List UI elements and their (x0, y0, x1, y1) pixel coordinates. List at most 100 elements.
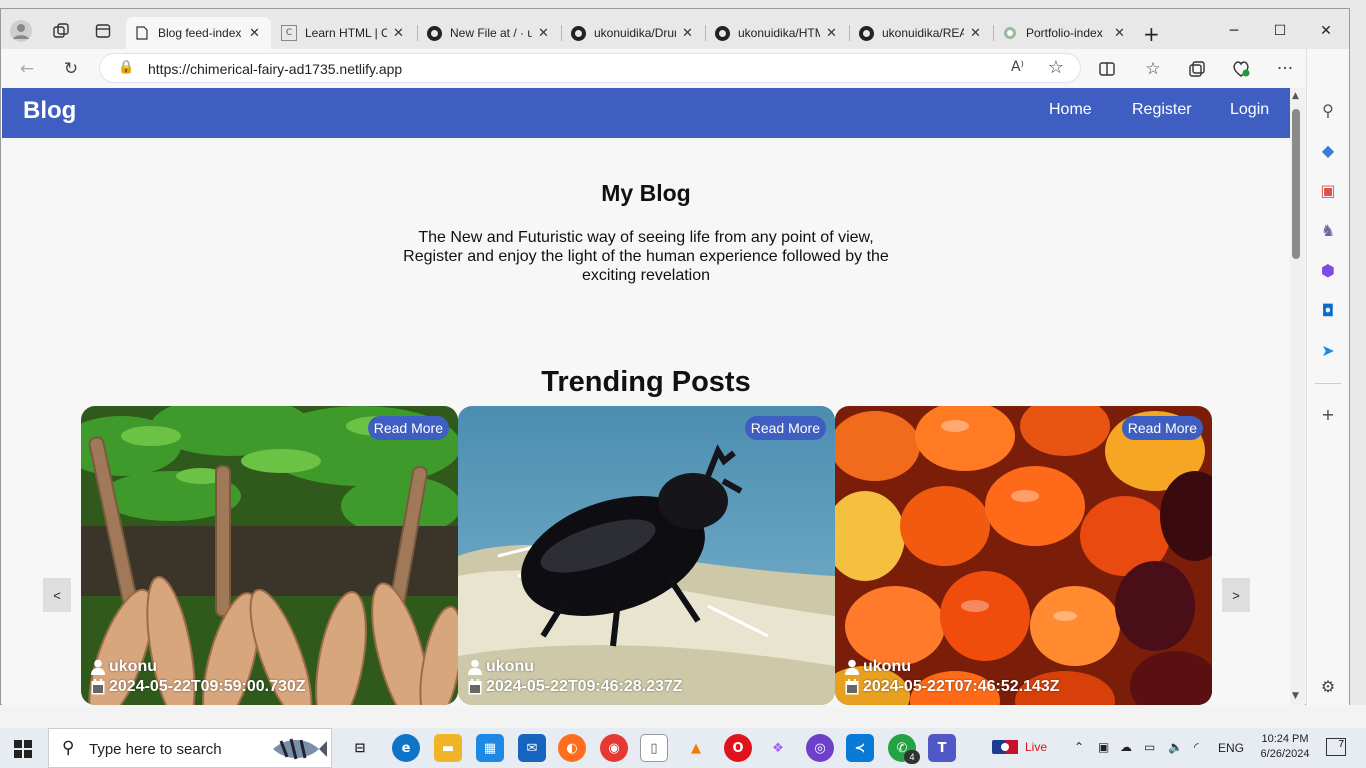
close-icon[interactable]: ✕ (249, 26, 263, 41)
edge-taskbar-icon[interactable]: e (392, 734, 420, 762)
tools-icon[interactable]: ▣ (1315, 177, 1341, 203)
post-card[interactable]: Read More ukonu 2024-05-22T09:46:28.237Z (458, 406, 835, 705)
carousel-next-button[interactable]: > (1222, 578, 1250, 612)
github-desktop-icon[interactable]: ◎ (806, 734, 834, 762)
read-more-button[interactable]: Read More (367, 416, 449, 440)
search-icon[interactable]: ⚲ (1315, 97, 1341, 123)
taskbar-clock[interactable]: 10:24 PM 6/26/2024 (1254, 732, 1316, 762)
address-bar[interactable]: 🔒 https://chimerical-fairy-ad1735.netlif… (99, 53, 1081, 83)
figma-icon[interactable]: ❖ (764, 734, 792, 762)
add-icon[interactable]: + (1315, 401, 1341, 427)
close-icon[interactable]: ✕ (826, 26, 840, 41)
chrome-icon[interactable]: ◉ (600, 734, 628, 762)
file-explorer-icon[interactable]: ▬ (434, 734, 462, 762)
cloud-icon[interactable]: ☁ (1120, 740, 1132, 754)
teams-icon[interactable]: T (928, 734, 956, 762)
url-text[interactable]: https://chimerical-fairy-ad1735.netlify.… (148, 61, 402, 77)
show-hidden-icons[interactable]: ⌃ (1074, 740, 1084, 754)
vscode-icon[interactable]: ≺ (846, 734, 874, 762)
minimize-icon[interactable]: ─ (1211, 17, 1257, 45)
firefox-icon[interactable]: ◐ (558, 734, 586, 762)
profile-avatar[interactable] (7, 17, 35, 45)
tab-actions-icon[interactable] (89, 17, 117, 45)
language-indicator[interactable]: ENG (1218, 741, 1244, 755)
browser-window: Blog feed-index ✕ C Learn HTML | Codecad… (0, 8, 1350, 705)
live-label[interactable]: Live (1025, 740, 1047, 754)
site-navbar: Blog Home Register Login (2, 88, 1290, 138)
read-more-button[interactable]: Read More (744, 416, 826, 440)
taskbar-search-box[interactable]: ⚲ Type here to search (48, 728, 332, 768)
mlb-icon[interactable] (992, 740, 1018, 757)
vlc-icon[interactable]: ▲ (682, 734, 710, 762)
lock-icon: 🔒 (118, 60, 135, 75)
close-icon[interactable]: ✕ (682, 26, 696, 41)
outlook-icon[interactable]: ◘ (1315, 297, 1341, 323)
windows-taskbar: ⚲ Type here to search ⊟ e ▬ ▦ ✉ ◐ ◉ ▯ ▲ … (0, 728, 1366, 768)
notification-count: 7 (1338, 739, 1344, 750)
notepad-icon[interactable]: ▯ (640, 734, 668, 762)
nav-home-link[interactable]: Home (1049, 101, 1092, 119)
carousel-prev-button[interactable]: < (43, 578, 71, 612)
device-icon[interactable]: ▣ (1098, 740, 1109, 754)
collections-icon[interactable] (1183, 55, 1211, 83)
tab-portfolio[interactable]: Portfolio-index ✕ (994, 17, 1136, 49)
volume-icon[interactable]: 🔈 (1168, 740, 1183, 754)
author-name: ukonu (863, 658, 911, 675)
close-icon[interactable]: ✕ (538, 26, 552, 41)
send-icon[interactable]: ➤ (1315, 337, 1341, 363)
notification-center-icon[interactable]: 7 (1326, 738, 1346, 756)
browser-toolbar: ← ↻ 🔒 https://chimerical-fairy-ad1735.ne… (1, 49, 1349, 87)
tab-blog-feed[interactable]: Blog feed-index ✕ (126, 17, 271, 49)
browser-essentials-icon[interactable] (1227, 55, 1255, 83)
refresh-icon[interactable]: ↻ (57, 55, 85, 83)
scroll-up-icon[interactable]: ▲ (1292, 91, 1299, 101)
favorite-star-icon[interactable]: ☆ (1048, 57, 1064, 78)
github-icon (426, 25, 442, 41)
workspaces-icon[interactable] (47, 17, 75, 45)
microsoft-365-icon[interactable]: ⬢ (1315, 257, 1341, 283)
page-icon (134, 25, 150, 41)
close-icon[interactable]: ✕ (393, 26, 407, 41)
user-icon (91, 659, 105, 675)
close-icon[interactable]: ✕ (1114, 26, 1128, 41)
tab-codecademy[interactable]: C Learn HTML | Codecademy ✕ (273, 17, 415, 49)
nav-register-link[interactable]: Register (1132, 101, 1192, 119)
more-options-icon[interactable]: ··· (1271, 55, 1299, 83)
task-view-icon[interactable]: ⊟ (346, 734, 374, 762)
post-date-text: 2024-05-22T09:46:28.237Z (486, 678, 683, 695)
maximize-icon[interactable]: ☐ (1257, 17, 1303, 45)
nav-login-link[interactable]: Login (1230, 101, 1269, 119)
read-more-button[interactable]: Read More (1121, 416, 1203, 440)
microsoft-store-icon[interactable]: ▦ (476, 734, 504, 762)
new-tab-icon[interactable]: + (1143, 22, 1160, 46)
github-icon (714, 25, 730, 41)
github-icon (858, 25, 874, 41)
calendar-icon (91, 679, 105, 695)
post-card[interactable]: Read More ukonu 2024-05-22T07:46:52.143Z (835, 406, 1212, 705)
tab-github-newfile[interactable]: New File at / · ukonuidika ✕ (418, 17, 560, 49)
split-screen-icon[interactable] (1093, 55, 1121, 83)
mail-icon[interactable]: ✉ (518, 734, 546, 762)
post-author: ukonu (845, 658, 911, 676)
user-icon (468, 659, 482, 675)
games-icon[interactable]: ♞ (1315, 217, 1341, 243)
close-window-icon[interactable]: ✕ (1303, 17, 1349, 45)
post-card[interactable]: Read More ukonu 2024-05-22T09:59:00.730Z (81, 406, 458, 705)
battery-icon[interactable]: ▭ (1144, 740, 1155, 754)
site-brand[interactable]: Blog (23, 97, 76, 125)
author-name: ukonu (109, 658, 157, 675)
scrollbar-thumb[interactable] (1292, 109, 1300, 259)
windows-start-icon[interactable] (14, 740, 32, 763)
back-icon[interactable]: ← (13, 55, 41, 83)
tab-github-readme[interactable]: ukonuidika/README ✕ (850, 17, 992, 49)
opera-icon[interactable]: O (724, 734, 752, 762)
settings-gear-icon[interactable]: ⚙ (1315, 673, 1341, 699)
scroll-down-icon[interactable]: ▼ (1292, 691, 1299, 701)
read-aloud-icon[interactable]: A⁾ (1011, 59, 1024, 75)
close-icon[interactable]: ✕ (970, 26, 984, 41)
tab-github-drumkit[interactable]: ukonuidika/Drum-kit ✕ (562, 17, 704, 49)
favorites-icon[interactable]: ☆ (1139, 55, 1167, 83)
tab-github-html[interactable]: ukonuidika/HTML ✕ (706, 17, 848, 49)
shopping-tag-icon[interactable]: ◆ (1315, 137, 1341, 163)
wifi-icon[interactable]: ◜ (1194, 740, 1199, 754)
